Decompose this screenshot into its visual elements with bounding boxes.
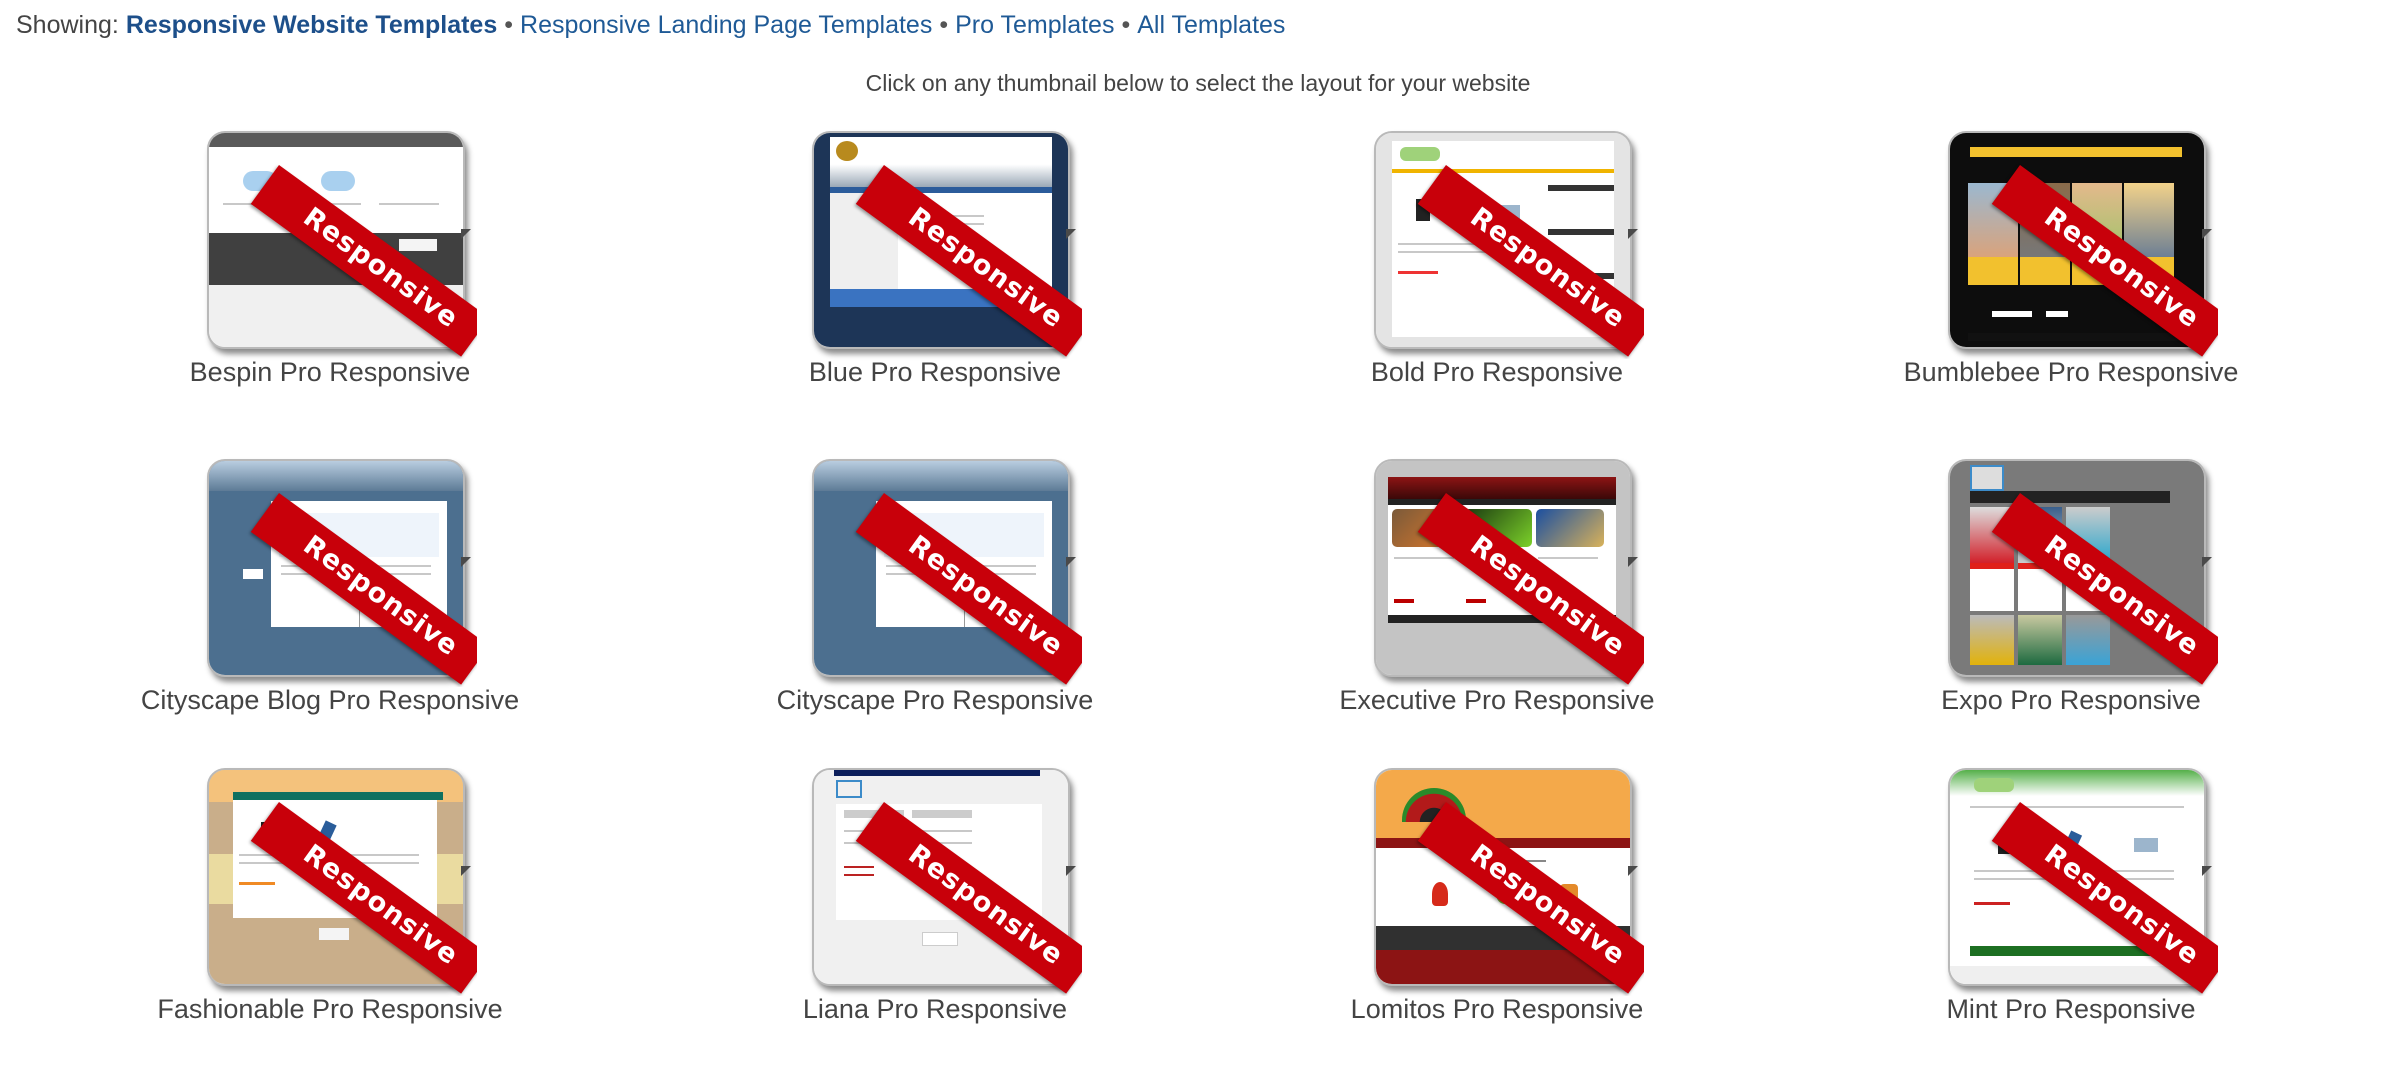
thumbnail-preview-image[interactable] [1374,131,1632,349]
ribbon-fold [461,557,471,567]
website-preview-mint [1950,770,2204,984]
thumbnail-preview-image[interactable] [1948,459,2206,677]
template-name[interactable]: Cityscape Blog Pro Responsive [30,685,630,716]
website-preview-fashionable [209,770,463,984]
thumbnail-preview-image[interactable] [207,131,465,349]
template-thumbnail[interactable]: Responsive [195,766,477,996]
template-name[interactable]: Fashionable Pro Responsive [30,994,630,1025]
ribbon-fold [1628,866,1638,876]
template-card[interactable]: Responsive Executive Pro Responsive [1197,457,1797,757]
template-card[interactable]: Responsive Bespin Pro Responsive [30,129,630,429]
template-card[interactable]: Responsive Cityscape Pro Responsive [635,457,1235,757]
website-preview-bold [1376,133,1630,347]
template-thumbnail[interactable]: Responsive [800,766,1082,996]
ribbon-fold [461,866,471,876]
template-name[interactable]: Bespin Pro Responsive [30,357,630,388]
website-preview-cityscape-blog [209,461,463,675]
website-preview-liana [814,770,1068,984]
ribbon-fold [2202,866,2212,876]
ribbon-fold [1066,557,1076,567]
template-card[interactable]: Responsive Cityscape Blog Pro Responsive [30,457,630,757]
thumbnail-preview-image[interactable] [812,768,1070,986]
template-card[interactable]: Responsive Bumblebee Pro Responsive [1771,129,2371,429]
thumbnail-preview-image[interactable] [207,459,465,677]
template-name[interactable]: Expo Pro Responsive [1771,685,2371,716]
ribbon-fold [1066,866,1076,876]
template-name[interactable]: Mint Pro Responsive [1771,994,2371,1025]
thumbnail-preview-image[interactable] [1948,768,2206,986]
template-thumbnail[interactable]: Responsive [800,129,1082,359]
thumbnail-preview-image[interactable] [1948,131,2206,349]
website-preview-blue [814,133,1068,347]
ribbon-fold [1628,557,1638,567]
template-thumbnail[interactable]: Responsive [1362,457,1644,687]
template-name[interactable]: Liana Pro Responsive [635,994,1235,1025]
template-name[interactable]: Blue Pro Responsive [635,357,1235,388]
website-preview-lomitos [1376,770,1630,984]
thumbnail-preview-image[interactable] [1374,768,1632,986]
thumbnail-preview-image[interactable] [812,131,1070,349]
template-name[interactable]: Bold Pro Responsive [1197,357,1797,388]
template-name[interactable]: Cityscape Pro Responsive [635,685,1235,716]
thumbnail-preview-image[interactable] [207,768,465,986]
template-name[interactable]: Lomitos Pro Responsive [1197,994,1797,1025]
template-card[interactable]: Responsive Liana Pro Responsive [635,766,1235,1066]
template-grid: Responsive Bespin Pro Responsive Responsi… [0,0,2400,1062]
template-thumbnail[interactable]: Responsive [1936,766,2218,996]
template-thumbnail[interactable]: Responsive [1362,129,1644,359]
website-preview-cityscape [814,461,1068,675]
ribbon-fold [461,229,471,239]
template-thumbnail[interactable]: Responsive [800,457,1082,687]
template-card[interactable]: Responsive Fashionable Pro Responsive [30,766,630,1066]
ribbon-fold [1628,229,1638,239]
template-thumbnail[interactable]: Responsive [1936,129,2218,359]
thumbnail-preview-image[interactable] [812,459,1070,677]
template-card[interactable]: Responsive Blue Pro Responsive [635,129,1235,429]
template-card[interactable]: Responsive Bold Pro Responsive [1197,129,1797,429]
website-preview-executive [1376,461,1630,675]
thumbnail-preview-image[interactable] [1374,459,1632,677]
template-name[interactable]: Bumblebee Pro Responsive [1771,357,2371,388]
ribbon-fold [1066,229,1076,239]
template-thumbnail[interactable]: Responsive [195,457,477,687]
ribbon-fold [2202,229,2212,239]
template-name[interactable]: Executive Pro Responsive [1197,685,1797,716]
website-preview-expo [1950,461,2204,675]
template-thumbnail[interactable]: Responsive [1362,766,1644,996]
ribbon-fold [2202,557,2212,567]
website-preview-bumblebee [1950,133,2204,347]
template-thumbnail[interactable]: Responsive [195,129,477,359]
template-card[interactable]: Responsive Expo Pro Responsive [1771,457,2371,757]
template-thumbnail[interactable]: Responsive [1936,457,2218,687]
template-card[interactable]: Responsive Lomitos Pro Responsive [1197,766,1797,1066]
website-preview-bespin [209,133,463,347]
template-card[interactable]: Responsive Mint Pro Responsive [1771,766,2371,1066]
